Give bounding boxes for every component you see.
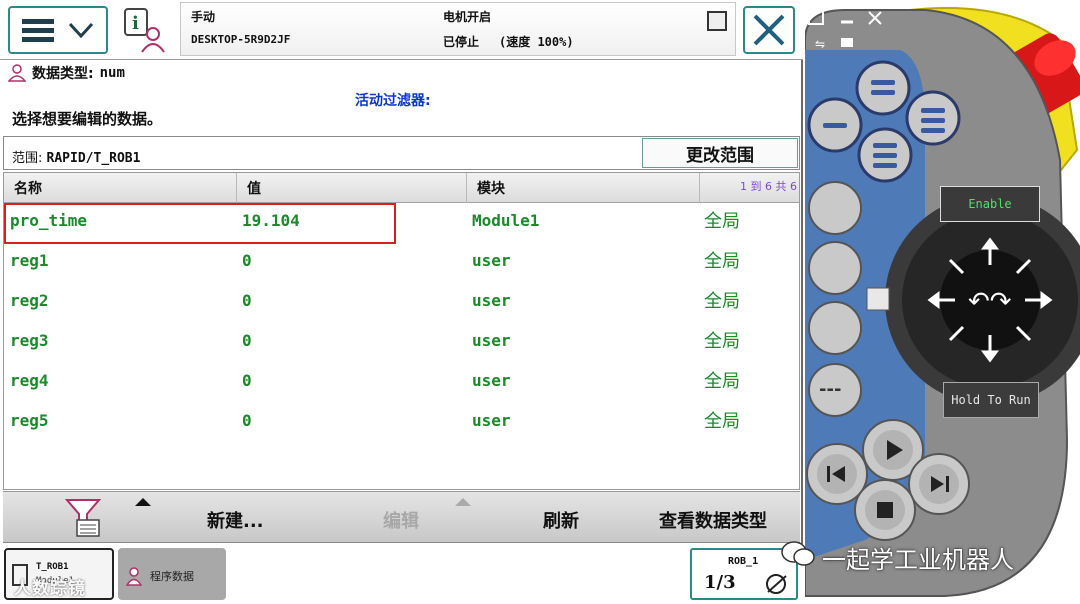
menu-up-arrow-icon — [135, 498, 151, 506]
camera-icon[interactable] — [841, 38, 853, 47]
row-value[interactable]: 0 — [242, 251, 252, 270]
abb-menu-button[interactable] — [8, 6, 108, 54]
prompt-row: 活动过滤器: 选择想要编辑的数据。 — [0, 86, 803, 134]
chevron-down-icon — [68, 22, 94, 38]
row-scope: 全局 — [704, 371, 740, 392]
pendant-hardware: ⇋ --- ↶↷ Enable Hold To Run — [805, 0, 1080, 604]
row-name: reg4 — [10, 371, 49, 390]
row-module: user — [472, 251, 511, 270]
task-label: T_ROB1 — [36, 562, 69, 572]
row-name: reg5 — [10, 411, 49, 430]
new-button[interactable]: 新建... — [207, 507, 264, 533]
column-header-name[interactable]: 名称 — [4, 173, 237, 203]
filter-icon[interactable] — [65, 498, 101, 538]
svg-text:⇋: ⇋ — [815, 37, 825, 51]
row-module: user — [472, 331, 511, 350]
program-state: 已停止 — [443, 35, 480, 49]
row-name: reg2 — [10, 291, 49, 310]
motor-status: 电机开启 — [443, 10, 492, 24]
program-data-icon — [126, 567, 142, 586]
table-row[interactable]: reg1 0 user 全局 — [4, 243, 799, 283]
taskbar: T_ROB1 Module1 程序数据 人数踪镜 ROB_1 1/3 — [0, 544, 803, 604]
active-filter-label: 活动过滤器: — [355, 93, 431, 109]
row-range-indicator: 1 到 6 共 6 — [740, 180, 797, 193]
task-label: 程序数据 — [150, 570, 194, 583]
controller-name: DESKTOP-5R9D2JF — [191, 33, 291, 46]
row-scope: 全局 — [704, 251, 740, 272]
flexpendant-screen: i 手动 DESKTOP-5R9D2JF 电机开启 已停止 (速度 100%) … — [0, 0, 803, 604]
speed-status: (速度 100%) — [499, 35, 574, 49]
row-scope: 全局 — [704, 291, 740, 312]
row-scope: 全局 — [704, 211, 740, 232]
selection-highlight — [4, 203, 396, 244]
pendant-body: ⇋ --- ↶↷ — [805, 7, 1080, 597]
watermark-text: 人数踪镜 — [14, 579, 86, 599]
event-info-icon[interactable]: i — [122, 6, 170, 54]
speed-icon — [766, 574, 787, 594]
motion-mode-button[interactable] — [808, 241, 862, 295]
table-header: 名称 值 模块 1 到 6 共 6 — [4, 173, 799, 203]
scope-text: 范围: RAPID/T_ROB1 — [12, 147, 140, 166]
column-header-module[interactable]: 模块 — [467, 173, 700, 203]
program-data-icon — [8, 64, 26, 82]
scope-row: 范围: RAPID/T_ROB1 更改范围 — [3, 136, 800, 170]
task-button-program-data[interactable]: 程序数据 — [118, 548, 226, 600]
increment-indicator: 1/3 — [704, 572, 736, 593]
refresh-button[interactable]: 刷新 — [543, 507, 579, 533]
datatype-value: num — [99, 65, 125, 81]
row-value[interactable]: 0 — [242, 331, 252, 350]
enable-button[interactable]: Enable — [940, 186, 1040, 222]
row-module: Module1 — [472, 211, 540, 230]
menu-icon — [22, 15, 54, 46]
increment-button[interactable] — [808, 301, 862, 355]
scope-label: 范围: — [12, 151, 43, 166]
column-header-value[interactable]: 值 — [237, 173, 467, 203]
row-scope: 全局 — [704, 411, 740, 432]
datatype-label: 数据类型: — [32, 66, 94, 82]
usb-port-icon — [866, 287, 890, 311]
svg-text:↶↷: ↶↷ — [968, 287, 1012, 317]
row-value[interactable]: 0 — [242, 371, 252, 390]
edit-button[interactable]: 编辑 — [383, 507, 419, 533]
select-unit-button[interactable] — [808, 181, 862, 235]
table-row[interactable]: reg2 0 user 全局 — [4, 283, 799, 323]
row-module: user — [472, 371, 511, 390]
select-prompt: 选择想要编辑的数据。 — [12, 110, 163, 128]
table-row[interactable]: reg5 0 user 全局 — [4, 403, 799, 443]
data-table: 名称 值 模块 1 到 6 共 6 pro_time 19.104 Module… — [3, 172, 800, 490]
table-row[interactable]: reg3 0 user 全局 — [4, 323, 799, 363]
operating-mode: 手动 — [191, 10, 216, 24]
svg-text:---: --- — [819, 379, 841, 400]
close-icon — [753, 14, 785, 46]
row-scope: 全局 — [704, 331, 740, 352]
close-button[interactable] — [743, 6, 795, 54]
command-bar: 新建... 编辑 刷新 查看数据类型 — [3, 491, 800, 543]
svg-text:i: i — [132, 13, 139, 34]
status-panel[interactable]: 手动 DESKTOP-5R9D2JF 电机开启 已停止 (速度 100%) — [180, 2, 736, 56]
datatype-row: 数据类型: num — [0, 60, 803, 86]
scope-value: RAPID/T_ROB1 — [46, 151, 141, 166]
row-value[interactable]: 0 — [242, 411, 252, 430]
menu-up-arrow-icon — [455, 498, 471, 506]
status-bar: i 手动 DESKTOP-5R9D2JF 电机开启 已停止 (速度 100%) — [0, 0, 803, 60]
change-scope-button[interactable]: 更改范围 — [642, 138, 798, 168]
row-module: user — [472, 291, 511, 310]
unit-button-1[interactable] — [855, 60, 911, 116]
wechat-icon — [781, 541, 815, 566]
row-name: reg1 — [10, 251, 49, 270]
task-status-icon — [707, 11, 727, 31]
row-module: user — [472, 411, 511, 430]
table-row[interactable]: reg4 0 user 全局 — [4, 363, 799, 403]
row-value[interactable]: 0 — [242, 291, 252, 310]
watermark-text: 一起学工业机器人 — [822, 546, 1014, 574]
hold-to-run-button[interactable]: Hold To Run — [943, 382, 1039, 418]
stop-icon — [877, 502, 893, 518]
mechanical-unit-label: ROB_1 — [728, 556, 759, 567]
row-name: reg3 — [10, 331, 49, 350]
view-datatype-button[interactable]: 查看数据类型 — [659, 507, 767, 533]
